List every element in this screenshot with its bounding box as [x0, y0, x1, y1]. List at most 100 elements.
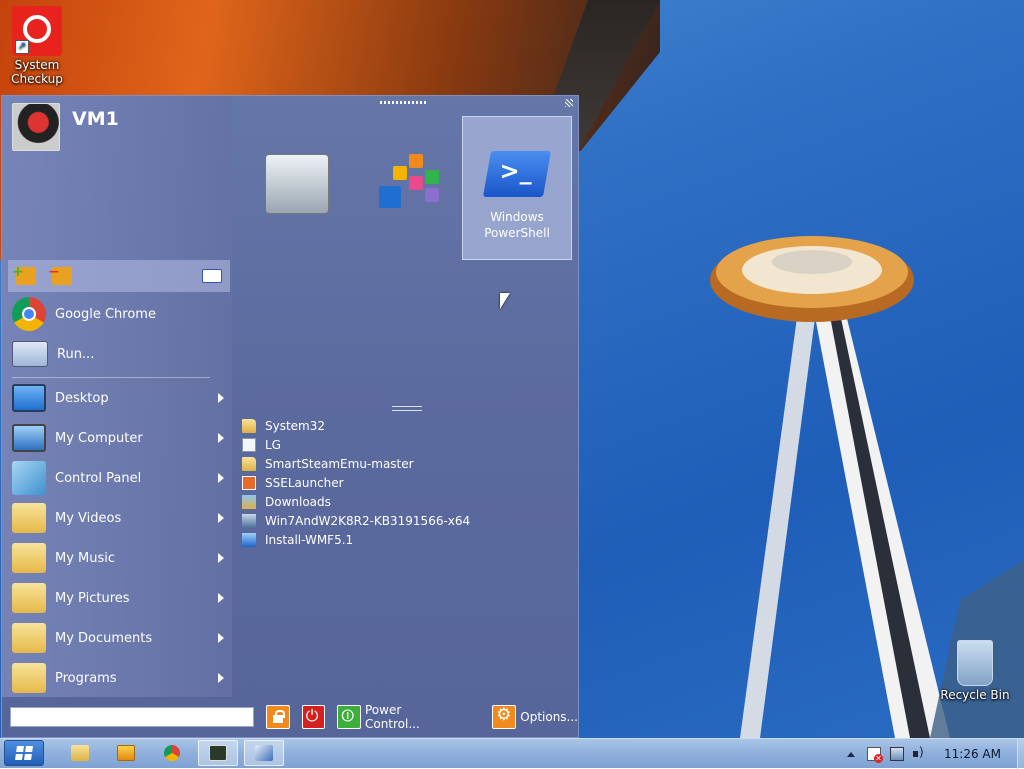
- options-button[interactable]: Options...: [492, 705, 578, 729]
- avatar[interactable]: [12, 103, 60, 151]
- menu-item-my-music[interactable]: My Music: [8, 539, 230, 577]
- system-checkup-icon: ↗: [12, 6, 62, 56]
- taskbar-file-explorer[interactable]: [60, 740, 100, 766]
- menu-item-label: Desktop: [55, 390, 109, 406]
- recent-item[interactable]: SSELauncher: [242, 473, 572, 492]
- show-desktop-button[interactable]: [1017, 739, 1024, 769]
- windows-logo-icon: [15, 746, 33, 760]
- powershell-icon: [482, 151, 552, 197]
- menu-item-programs[interactable]: Programs: [8, 659, 230, 697]
- desktop-icon: [12, 384, 46, 412]
- programs-folder-icon: [12, 663, 46, 693]
- powershell-script-icon: [242, 532, 256, 547]
- search-input[interactable]: [10, 707, 255, 727]
- installer-icon: [242, 513, 256, 528]
- tile-label: Windows PowerShell: [484, 210, 550, 240]
- volume-icon[interactable]: [913, 745, 927, 761]
- drag-grip[interactable]: [380, 101, 428, 104]
- desktop-icon-recycle-bin[interactable]: Recycle Bin: [938, 640, 1012, 702]
- pinned-tile-windows-powershell[interactable]: Windows PowerShell: [462, 116, 572, 260]
- toolbox-icon: [265, 154, 329, 214]
- chevron-right-icon: [218, 633, 224, 643]
- chevron-right-icon: [218, 513, 224, 523]
- menu-item-control-panel[interactable]: Control Panel: [8, 459, 230, 497]
- menu-item-label: My Music: [55, 550, 116, 566]
- chevron-right-icon: [218, 473, 224, 483]
- recent-item[interactable]: System32: [242, 416, 572, 435]
- downloads-folder-icon: [242, 494, 256, 509]
- menu-item-my-pictures[interactable]: My Pictures: [8, 579, 230, 617]
- chevron-right-icon: [218, 393, 224, 403]
- power-icon: [337, 705, 361, 729]
- pin-remove-icon[interactable]: [48, 264, 72, 285]
- start-menu-right-column: Windows PowerShell System32 LG SmartStea…: [234, 96, 579, 697]
- menu-item-label: Run...: [57, 346, 95, 362]
- gear-icon: [492, 705, 517, 729]
- action-center-icon[interactable]: [867, 747, 884, 763]
- system-tray: 11:26 AM: [847, 739, 1024, 769]
- recent-item-label: SSELauncher: [265, 475, 344, 490]
- recycle-bin-icon: [957, 640, 993, 686]
- lock-button[interactable]: [266, 705, 290, 729]
- desktop-icon-system-checkup[interactable]: ↗ System Checkup: [0, 6, 74, 86]
- pinned-tiles: Windows PowerShell: [234, 114, 574, 264]
- recent-item[interactable]: SmartSteamEmu-master: [242, 454, 572, 473]
- taskbar-terminal[interactable]: [198, 740, 238, 766]
- menu-item-label: My Computer: [55, 430, 143, 446]
- window-icon[interactable]: [202, 269, 222, 283]
- menu-item-label: Control Panel: [55, 470, 142, 486]
- user-area[interactable]: VM1: [12, 102, 119, 152]
- user-name: VM1: [72, 108, 119, 130]
- recent-item-label: Install-WMF5.1: [265, 532, 354, 547]
- chevron-right-icon: [218, 673, 224, 683]
- feed-file-icon: [242, 475, 256, 490]
- desktop-icon-label: System Checkup: [11, 58, 63, 86]
- media-player-icon: [117, 745, 135, 761]
- folder-icon: [242, 418, 256, 433]
- recent-item[interactable]: LG: [242, 435, 572, 454]
- pinned-tile-toolbox[interactable]: [242, 114, 352, 258]
- menu-item-desktop[interactable]: Desktop: [8, 379, 230, 417]
- chrome-icon: [12, 297, 46, 331]
- shutdown-button[interactable]: [301, 705, 326, 729]
- panel-splitter[interactable]: [392, 406, 422, 411]
- chevron-up-icon[interactable]: [847, 751, 856, 757]
- menu-divider: [12, 377, 210, 378]
- menu-item-my-computer[interactable]: My Computer: [8, 419, 230, 457]
- power-control-button[interactable]: Power Control...: [337, 703, 458, 731]
- file-icon: [242, 437, 256, 452]
- menu-item-label: Programs: [55, 670, 117, 686]
- start-menu-left-column: VM1 Google Chrome Run... Desktop My Comp…: [2, 96, 232, 697]
- start-button[interactable]: [4, 740, 44, 766]
- clock[interactable]: 11:26 AM: [944, 747, 1001, 761]
- start-menu-bottom-bar: Power Control... Options...: [2, 697, 578, 737]
- menu-item-run[interactable]: Run...: [8, 335, 230, 373]
- menu-item-google-chrome[interactable]: Google Chrome: [8, 295, 230, 333]
- recent-item[interactable]: Install-WMF5.1: [242, 530, 572, 549]
- computer-icon: [12, 424, 46, 452]
- taskbar: 11:26 AM: [0, 738, 1024, 769]
- pin-add-icon[interactable]: [12, 264, 36, 285]
- recent-item[interactable]: Downloads: [242, 492, 572, 511]
- menu-item-my-documents[interactable]: My Documents: [8, 619, 230, 657]
- taskbar-start-menu-app[interactable]: [244, 740, 284, 766]
- taskbar-google-chrome[interactable]: [152, 740, 192, 766]
- folder-icon: [71, 745, 89, 761]
- recent-item[interactable]: Win7AndW2K8R2-KB3191566-x64: [242, 511, 572, 530]
- chevron-right-icon: [218, 593, 224, 603]
- resize-grip[interactable]: [565, 99, 573, 107]
- recent-item-label: System32: [265, 418, 326, 433]
- pinned-tile-app-shortcut[interactable]: [352, 114, 462, 258]
- menu-item-my-videos[interactable]: My Videos: [8, 499, 230, 537]
- options-label: Options...: [520, 710, 578, 724]
- menu-item-label: My Pictures: [55, 590, 130, 606]
- recent-items-list: System32 LG SmartSteamEmu-master SSELaun…: [242, 416, 572, 549]
- taskbar-media-player[interactable]: [106, 740, 146, 766]
- start-menu: VM1 Google Chrome Run... Desktop My Comp…: [1, 95, 579, 738]
- menu-item-label: My Documents: [55, 630, 153, 646]
- mouse-cursor-icon: [500, 293, 510, 309]
- start-menu-mini-toolbar: [8, 260, 230, 292]
- network-icon[interactable]: [890, 747, 905, 761]
- terminal-icon: [209, 745, 227, 761]
- colored-tiles-icon: [375, 154, 439, 214]
